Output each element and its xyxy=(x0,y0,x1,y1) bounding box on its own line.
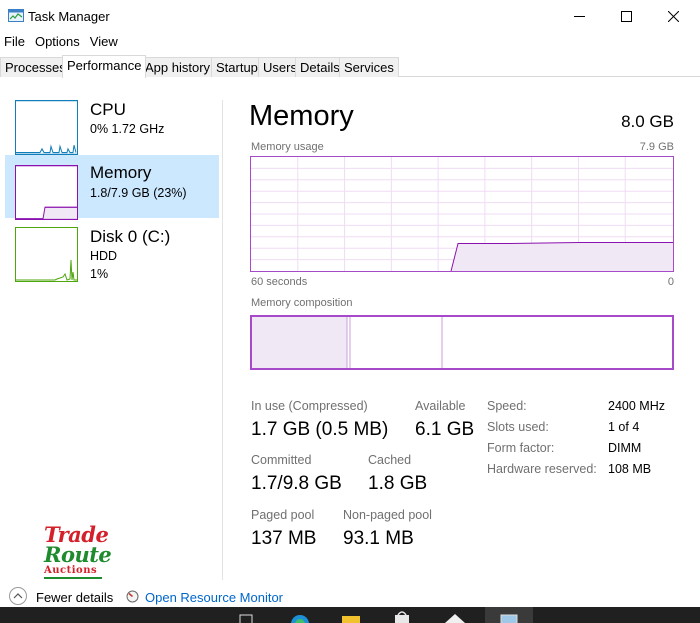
form-factor-value: DIMM xyxy=(608,441,642,455)
close-button[interactable] xyxy=(650,0,696,32)
title-bar: Task Manager xyxy=(0,0,700,32)
graph-time-end: 0 xyxy=(667,276,674,288)
menu-bar: File Options View xyxy=(0,32,123,52)
sidebar-item-disk[interactable]: Disk 0 (C:) HDD 1% xyxy=(5,223,219,286)
taskbar xyxy=(0,607,700,623)
cpu-thumbnail-graph xyxy=(15,100,78,155)
logo-underline xyxy=(44,577,102,579)
resource-list: CPU 0% 1.72 GHz Memory 1.8/7.9 GB (23%) … xyxy=(0,78,222,578)
slots-used-value: 1 of 4 xyxy=(608,420,640,434)
pane-divider xyxy=(222,100,223,580)
paged-pool-label: Paged pool xyxy=(251,508,315,522)
available-label: Available xyxy=(415,399,466,413)
logo-word-route: Route xyxy=(44,542,112,567)
hardware-reserved-label: Hardware reserved: xyxy=(487,462,597,476)
tab-processes[interactable]: Processes xyxy=(0,57,71,77)
sidebar-item-disk-usage: 1% xyxy=(90,267,109,281)
memory-composition-label: Memory composition xyxy=(251,297,353,309)
committed-label: Committed xyxy=(251,453,312,467)
tab-performance[interactable]: Performance xyxy=(62,55,147,78)
in-use-label: In use (Compressed) xyxy=(251,399,368,413)
sidebar-item-disk-title: Disk 0 (C:) xyxy=(90,227,171,246)
memory-composition-bar xyxy=(250,315,674,370)
fewer-details-toggle[interactable] xyxy=(9,587,27,605)
open-resource-monitor-link[interactable]: Open Resource Monitor xyxy=(145,590,283,605)
tab-bar: Processes Performance App history Startu… xyxy=(0,55,700,78)
speed-label: Speed: xyxy=(487,399,527,413)
close-icon xyxy=(667,10,679,22)
tab-details[interactable]: Details xyxy=(295,57,345,77)
sidebar-item-cpu[interactable]: CPU 0% 1.72 GHz xyxy=(5,96,219,159)
minimize-icon xyxy=(573,15,585,17)
tab-app-history[interactable]: App history xyxy=(140,57,216,77)
task-manager-icon xyxy=(8,9,24,22)
memory-thumbnail-graph xyxy=(15,165,78,220)
hardware-reserved-value: 108 MB xyxy=(608,462,652,476)
non-paged-pool-label: Non-paged pool xyxy=(343,508,432,522)
maximize-button[interactable] xyxy=(603,0,649,32)
memory-usage-label: Memory usage xyxy=(251,141,324,153)
page-title: Memory xyxy=(249,100,354,132)
composition-in-use xyxy=(252,317,347,368)
disk-thumbnail-graph xyxy=(15,227,78,282)
cached-label: Cached xyxy=(368,453,412,467)
slots-used-label: Slots used: xyxy=(487,420,549,434)
speed-value: 2400 MHz xyxy=(608,399,665,413)
memory-usage-max: 7.9 GB xyxy=(639,141,674,153)
paged-pool-value: 137 MB xyxy=(251,528,317,549)
trade-route-auctions-logo: Trade Route Auctions xyxy=(44,524,112,588)
sidebar-item-memory-detail: 1.8/7.9 GB (23%) xyxy=(90,186,187,200)
maximize-icon xyxy=(620,10,632,22)
non-paged-pool-value: 93.1 MB xyxy=(343,528,414,549)
menu-view[interactable]: View xyxy=(85,32,123,52)
graph-time-start: 60 seconds xyxy=(251,276,308,288)
tab-services[interactable]: Services xyxy=(339,57,399,77)
sidebar-item-disk-type: HDD xyxy=(90,249,118,263)
minimize-button[interactable] xyxy=(556,0,602,32)
chevron-up-icon xyxy=(13,593,23,599)
cached-value: 1.8 GB xyxy=(368,473,428,494)
tab-startup[interactable]: Startup xyxy=(211,57,263,77)
taskbar-mail-icon[interactable] xyxy=(441,607,469,623)
memory-usage-graph xyxy=(250,156,674,272)
sidebar-item-memory-title: Memory xyxy=(90,163,152,182)
sidebar-item-cpu-detail: 0% 1.72 GHz xyxy=(90,122,165,136)
sidebar-item-memory[interactable]: Memory 1.8/7.9 GB (23%) xyxy=(5,155,219,220)
logo-word-auctions: Auctions xyxy=(44,565,98,576)
taskbar-store-icon[interactable] xyxy=(390,607,414,623)
resource-monitor-icon xyxy=(126,590,139,603)
in-use-value: 1.7 GB (0.5 MB) xyxy=(251,419,389,440)
taskbar-task-manager-icon[interactable] xyxy=(485,607,533,623)
fewer-details-link[interactable]: Fewer details xyxy=(36,590,113,605)
memory-total: 8.0 GB xyxy=(621,112,674,131)
taskbar-edge-icon[interactable] xyxy=(288,607,312,623)
committed-value: 1.7/9.8 GB xyxy=(251,473,342,494)
taskbar-file-explorer-icon[interactable] xyxy=(339,607,363,623)
footer-bar: Fewer details Open Resource Monitor xyxy=(0,585,700,608)
menu-options[interactable]: Options xyxy=(30,32,85,52)
available-value: 6.1 GB xyxy=(415,419,475,440)
sidebar-item-cpu-title: CPU xyxy=(90,100,126,119)
taskbar-task-view-icon[interactable] xyxy=(235,607,257,623)
form-factor-label: Form factor: xyxy=(487,441,555,455)
window-title: Task Manager xyxy=(28,9,110,24)
menu-file[interactable]: File xyxy=(0,32,30,52)
